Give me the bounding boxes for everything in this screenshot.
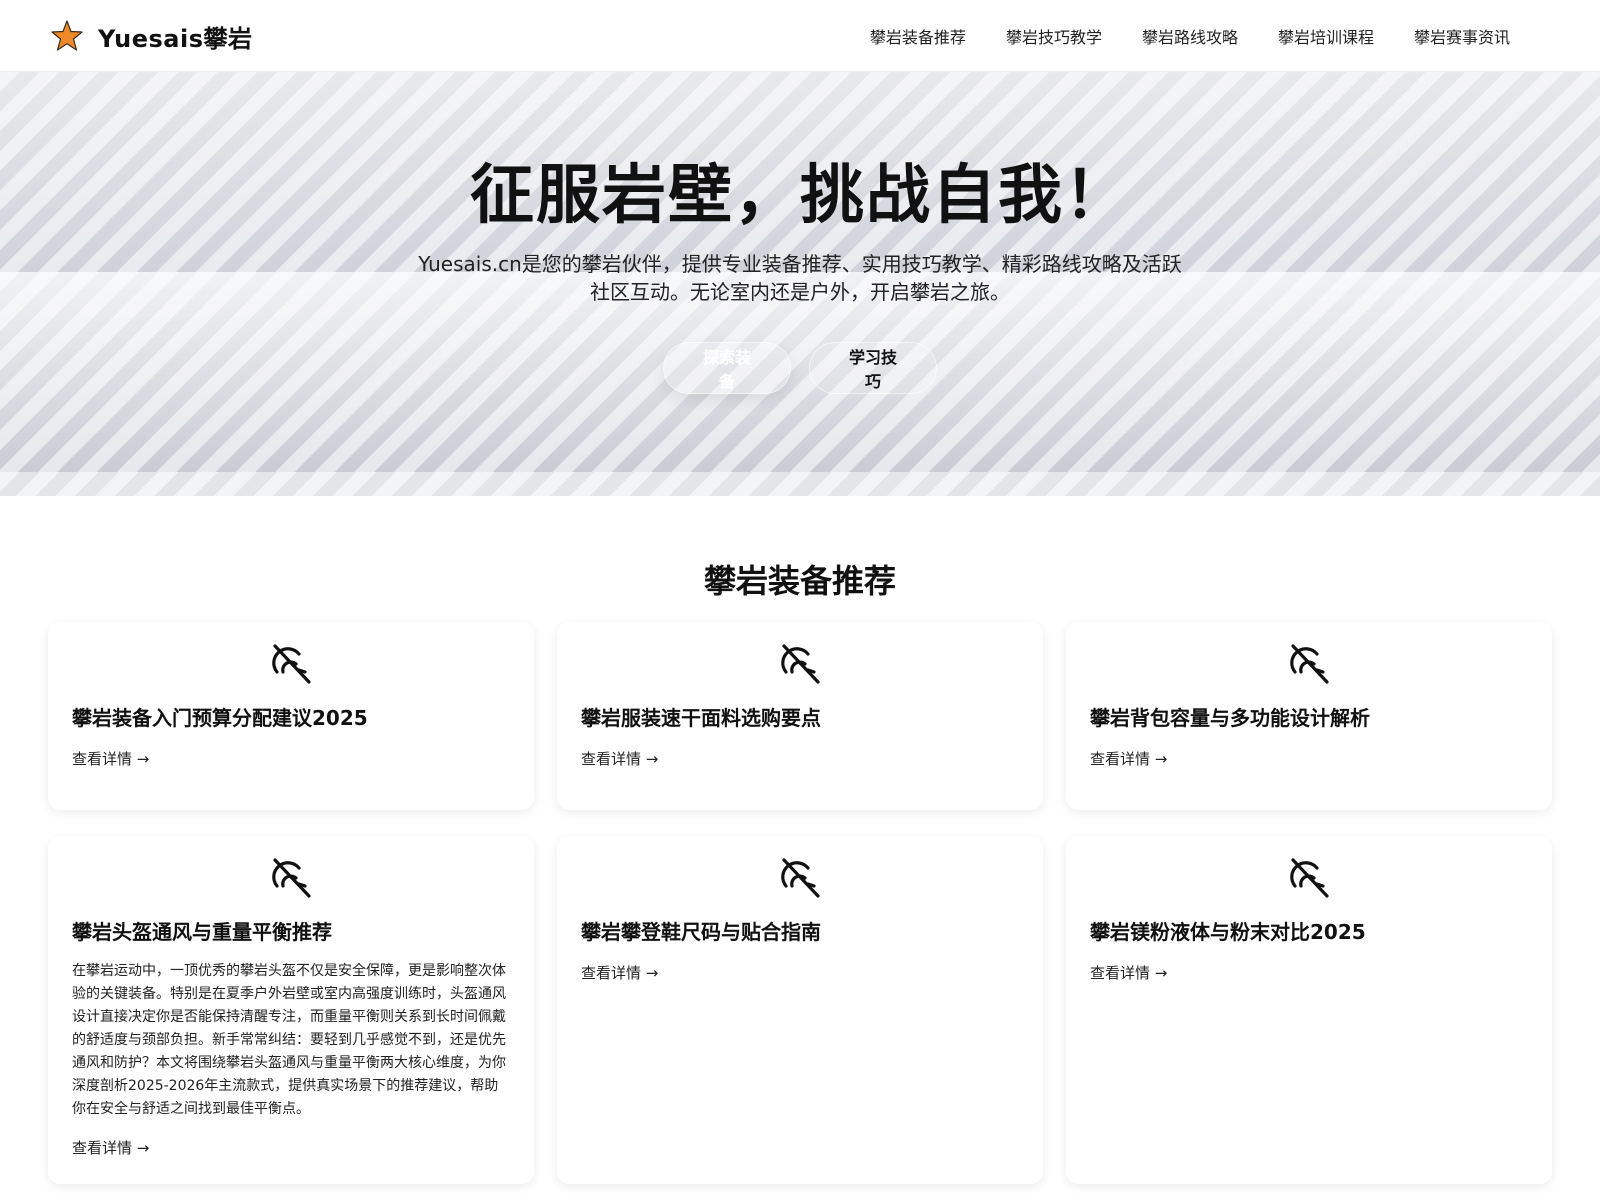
star-icon (51, 20, 83, 51)
article-card[interactable]: 攀岩攀登鞋尺码与贴合指南 查看详情 → (557, 836, 1043, 1184)
image-unavailable-icon (1290, 858, 1329, 898)
card-details-link[interactable]: 查看详情 → (1090, 748, 1167, 769)
image-unavailable-icon (272, 858, 311, 898)
nav-item-events[interactable]: 攀岩赛事资讯 (1414, 24, 1510, 48)
image-unavailable-icon (272, 644, 311, 684)
card-title: 攀岩头盔通风与重量平衡推荐 (72, 920, 332, 944)
nav-item-training[interactable]: 攀岩培训课程 (1278, 24, 1374, 48)
image-unavailable-icon (781, 858, 820, 898)
hero-banner: 征服岩壁，挑战自我！ Yuesais.cn是您的攀岩伙伴，提供专业装备推荐、实用… (0, 72, 1600, 496)
site-header: Yuesais攀岩 攀岩装备推荐 攀岩技巧教学 攀岩路线攻略 攀岩培训课程 攀岩… (0, 0, 1600, 72)
article-card[interactable]: 攀岩背包容量与多功能设计解析 查看详情 → (1066, 622, 1552, 810)
nav-item-routes[interactable]: 攀岩路线攻略 (1142, 24, 1238, 48)
article-card[interactable]: 攀岩装备入门预算分配建议2025 查看详情 → (48, 622, 534, 810)
brand-name: Yuesais攀岩 (98, 24, 253, 53)
image-unavailable-icon (1290, 644, 1329, 684)
card-details-link[interactable]: 查看详情 → (72, 1137, 149, 1158)
article-card[interactable]: 攀岩服装速干面料选购要点 查看详情 → (557, 622, 1043, 810)
hero-content: 征服岩壁，挑战自我！ Yuesais.cn是您的攀岩伙伴，提供专业装备推荐、实用… (0, 72, 1600, 472)
brand[interactable]: Yuesais攀岩 (50, 16, 253, 56)
article-card[interactable]: 攀岩头盔通风与重量平衡推荐 在攀岩运动中，一顶优秀的攀岩头盔不仅是安全保障，更是… (48, 836, 534, 1184)
card-description: 在攀岩运动中，一顶优秀的攀岩头盔不仅是安全保障，更是影响整次体验的关键装备。特别… (72, 963, 506, 1117)
article-card[interactable]: 攀岩镁粉液体与粉末对比2025 查看详情 → (1066, 836, 1552, 1184)
hero-background-strip (0, 472, 1600, 496)
card-title: 攀岩镁粉液体与粉末对比2025 (1090, 920, 1366, 944)
hero-buttons: 探索装备 学习技巧 (0, 342, 1600, 394)
hero-subtitle: Yuesais.cn是您的攀岩伙伴，提供专业装备推荐、实用技巧教学、精彩路线攻略… (418, 252, 1182, 304)
card-details-link[interactable]: 查看详情 → (1090, 962, 1167, 983)
image-unavailable-icon (781, 644, 820, 684)
card-title: 攀岩服装速干面料选购要点 (581, 706, 821, 730)
card-details-link[interactable]: 查看详情 → (581, 962, 658, 983)
card-title: 攀岩装备入门预算分配建议2025 (72, 706, 368, 730)
nav-item-skills[interactable]: 攀岩技巧教学 (1006, 24, 1102, 48)
learn-skills-button[interactable]: 学习技巧 (809, 342, 937, 394)
hero-title: 征服岩壁，挑战自我！ (470, 159, 1130, 233)
explore-gear-button[interactable]: 探索装备 (663, 342, 791, 394)
card-details-link[interactable]: 查看详情 → (581, 748, 658, 769)
nav-item-gear[interactable]: 攀岩装备推荐 (870, 24, 966, 48)
main-nav: 攀岩装备推荐 攀岩技巧教学 攀岩路线攻略 攀岩培训课程 攀岩赛事资讯 (870, 0, 1510, 72)
card-title: 攀岩背包容量与多功能设计解析 (1090, 706, 1370, 730)
card-title: 攀岩攀登鞋尺码与贴合指南 (581, 920, 821, 944)
card-details-link[interactable]: 查看详情 → (72, 748, 149, 769)
section-title: 攀岩装备推荐 (703, 562, 896, 600)
